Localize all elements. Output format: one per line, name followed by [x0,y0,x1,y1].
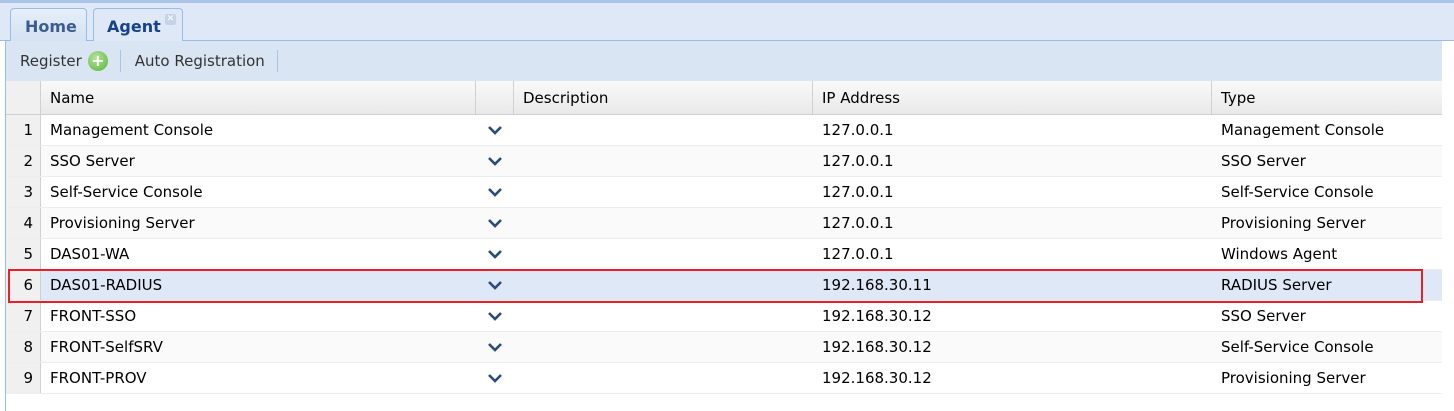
cell-description [514,177,813,207]
cell-description [514,332,813,362]
cell-ip: 127.0.0.1 [822,214,894,232]
table-row[interactable]: 7 FRONT-SSO 192.168.30.12 SSO Server [6,301,1442,332]
cell-ip: 127.0.0.1 [822,245,894,263]
agent-grid: Name Description IP Address Type 1 Manag… [6,81,1442,394]
cell-name: FRONT-SSO [50,307,137,325]
add-icon: + [87,51,108,71]
cell-ip: 127.0.0.1 [822,121,894,139]
header-description[interactable]: Description [514,81,813,114]
cell-name: Provisioning Server [50,214,195,232]
cell-description [514,146,813,176]
cell-type: Provisioning Server [1221,214,1366,232]
cell-description [514,239,813,269]
row-number: 3 [6,177,41,207]
table-row[interactable]: 2 SSO Server 127.0.0.1 SSO Server [6,146,1442,177]
cell-ip: 192.168.30.12 [822,338,932,356]
chevron-down-icon[interactable] [476,115,514,145]
table-row[interactable]: 4 Provisioning Server 127.0.0.1 Provisio… [6,208,1442,239]
cell-type: SSO Server [1221,152,1306,170]
chevron-down-icon[interactable] [476,363,514,393]
cell-ip: 192.168.30.12 [822,369,932,387]
cell-name: SSO Server [50,152,135,170]
row-number: 8 [6,332,41,362]
tab-label: Home [25,17,77,36]
table-row[interactable]: 8 FRONT-SelfSRV 192.168.30.12 Self-Servi… [6,332,1442,363]
cell-description [514,115,813,145]
auto-registration-label: Auto Registration [134,52,265,70]
header-name[interactable]: Name [41,81,476,114]
chevron-down-icon[interactable] [476,332,514,362]
chevron-down-icon[interactable] [476,301,514,331]
cell-type: Self-Service Console [1221,183,1374,201]
table-row[interactable]: 5 DAS01-WA 127.0.0.1 Windows Agent [6,239,1442,270]
tab-bar: Home Agent ✕ [0,0,1454,45]
cell-description [514,363,813,393]
header-rownum [6,81,41,114]
highlight-box [8,269,1423,303]
header-ip[interactable]: IP Address [813,81,1212,114]
auto-registration-button[interactable]: Auto Registration [121,41,265,81]
tab-label: Agent [107,17,161,36]
toolbar: Register + Auto Registration [6,41,1442,81]
cell-type: Windows Agent [1221,245,1338,263]
table-row[interactable]: 1 Management Console 127.0.0.1 Managemen… [6,115,1442,146]
header-type[interactable]: Type [1212,81,1442,114]
register-button[interactable]: Register + [6,41,108,81]
header-actions [476,81,514,114]
cell-type: Self-Service Console [1221,338,1374,356]
cell-name: DAS01-WA [50,245,130,263]
close-icon[interactable]: ✕ [165,14,176,25]
row-number: 4 [6,208,41,238]
cell-name: Self-Service Console [50,183,203,201]
chevron-down-icon[interactable] [476,208,514,238]
cell-name: FRONT-SelfSRV [50,338,163,356]
cell-ip: 127.0.0.1 [822,152,894,170]
cell-name: Management Console [50,121,214,139]
cell-ip: 127.0.0.1 [822,183,894,201]
cell-description [514,301,813,331]
chevron-down-icon[interactable] [476,177,514,207]
cell-description [514,208,813,238]
cell-ip: 192.168.30.12 [822,307,932,325]
cell-type: Management Console [1221,121,1385,139]
tab-home[interactable]: Home [10,8,87,43]
register-label: Register [20,52,82,70]
tab-agent[interactable]: Agent ✕ [93,8,183,45]
row-number: 7 [6,301,41,331]
cell-type: SSO Server [1221,307,1306,325]
chevron-down-icon[interactable] [476,146,514,176]
row-number: 1 [6,115,41,145]
cell-type: Provisioning Server [1221,369,1366,387]
row-number: 5 [6,239,41,269]
toolbar-separator [276,50,278,72]
row-number: 9 [6,363,41,393]
chevron-down-icon[interactable] [476,239,514,269]
table-row[interactable]: 9 FRONT-PROV 192.168.30.12 Provisioning … [6,363,1442,394]
cell-name: FRONT-PROV [50,369,147,387]
row-number: 2 [6,146,41,176]
grid-header: Name Description IP Address Type [6,81,1442,115]
table-row[interactable]: 3 Self-Service Console 127.0.0.1 Self-Se… [6,177,1442,208]
